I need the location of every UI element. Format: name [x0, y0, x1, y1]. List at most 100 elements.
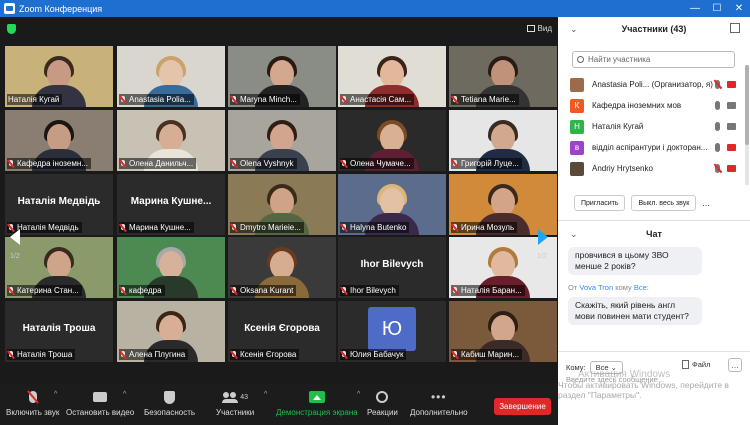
participant-tile[interactable]: Олена Чумаче... — [338, 110, 446, 171]
participant-tile[interactable]: Алена Плугина — [117, 301, 225, 362]
participants-title: Участники (43) — [621, 24, 687, 34]
microphone-icon[interactable] — [715, 143, 720, 152]
participant-tile[interactable]: Ксенія Єгорова Ксенія Єгорова — [228, 301, 336, 362]
title-bar: Zoom Конференция — ☐ ✕ — [0, 0, 750, 17]
more-button[interactable]: ••• Дополнительно — [410, 389, 468, 417]
person-face — [491, 188, 515, 216]
participant-tile[interactable]: Кафедра іноземн... — [5, 110, 113, 171]
participant-tile[interactable]: Олена Данильч... — [117, 110, 225, 171]
participant-name-label: Наталія Троша — [7, 349, 76, 360]
muted-mic-icon — [452, 350, 458, 359]
muted-mic-icon — [452, 286, 458, 295]
participant-tile[interactable]: Oksana Kurant — [228, 237, 336, 298]
participant-tile[interactable]: Наталія Кугай — [5, 46, 113, 107]
camera-icon[interactable] — [727, 102, 736, 109]
participant-tile[interactable]: Кабиш Марин... — [449, 301, 557, 362]
participant-tile[interactable]: Maryna Minch... — [228, 46, 336, 107]
page-indicator-right: 1/2 — [537, 253, 547, 260]
participant-name-display: Наталія Троша — [22, 323, 96, 334]
audio-options-caret[interactable]: ^ — [54, 391, 57, 398]
panel-divider — [558, 220, 750, 221]
participant-name-label: Анастасія Сам... — [340, 94, 415, 105]
participant-list-scrollbar[interactable] — [745, 65, 749, 185]
participant-tile[interactable]: Olena Vyshnyk — [228, 110, 336, 171]
minimize-button[interactable]: — — [684, 0, 706, 17]
view-button[interactable]: Вид — [526, 24, 552, 33]
participant-row[interactable]: Anastasia Poli... (Организатор, я) — [558, 74, 746, 95]
encryption-shield-icon[interactable] — [7, 24, 16, 34]
camera-off-icon[interactable] — [727, 81, 736, 88]
microphone-icon[interactable] — [715, 101, 720, 110]
muted-microphone-icon[interactable] — [715, 80, 720, 89]
person-face — [380, 124, 404, 152]
participant-tile[interactable]: Ю Юлия Бабачук — [338, 301, 446, 362]
unmute-button[interactable]: Включить звук — [6, 389, 59, 417]
participants-more-button[interactable]: ... — [702, 198, 710, 208]
participant-tile[interactable]: Dmytro Marieie... — [228, 174, 336, 235]
muted-mic-icon — [452, 95, 458, 104]
muted-mic-icon — [452, 159, 458, 168]
person-face — [270, 188, 294, 216]
muted-mic-icon — [452, 223, 458, 232]
participant-name-label: Наталія Кугай — [7, 94, 63, 105]
participant-row[interactable]: К Кафедра іноземних мов — [558, 95, 746, 116]
camera-off-icon[interactable] — [727, 165, 736, 172]
file-icon — [682, 360, 689, 369]
video-options-caret[interactable]: ^ — [123, 391, 126, 398]
camera-icon[interactable] — [727, 123, 736, 130]
person-face — [159, 251, 183, 279]
participant-tile[interactable]: Григорій Луце... — [449, 110, 557, 171]
popout-icon[interactable] — [730, 23, 740, 33]
participant-name-label: Наталія Баран... — [451, 285, 525, 296]
participant-name-label: Олена Данильч... — [119, 158, 197, 169]
camera-off-icon[interactable] — [727, 144, 736, 151]
chat-collapse-chevron-icon[interactable]: ⌄ — [570, 229, 578, 240]
participant-avatar: Ю — [368, 307, 416, 351]
participant-list: Anastasia Poli... (Организатор, я) К Кафед… — [558, 74, 746, 179]
camera-icon — [93, 392, 108, 402]
participant-row[interactable]: Н Наталія Кугай — [558, 116, 746, 137]
participant-tile[interactable]: Анастасія Сам... — [338, 46, 446, 107]
collapse-chevron-icon[interactable]: ⌄ — [570, 24, 578, 35]
invite-button[interactable]: Пригласить — [574, 195, 626, 211]
arrow-left-icon — [10, 229, 20, 245]
participant-name: Anastasia Poli... (Организатор, я) — [592, 80, 713, 89]
window-title: Zoom Конференция — [19, 3, 103, 14]
participant-name-label: Dmytro Marieie... — [230, 222, 304, 233]
participant-tile[interactable]: Tetiana Marie... — [449, 46, 557, 107]
mute-all-button[interactable]: Выкл. весь звук — [631, 195, 697, 211]
reactions-icon — [376, 391, 389, 403]
muted-mic-icon — [120, 350, 126, 359]
participant-tile[interactable]: Ihor Bilevych Ihor Bilevych — [338, 237, 446, 298]
muted-microphone-icon[interactable] — [715, 164, 720, 173]
grid-icon — [526, 25, 535, 32]
participants-button[interactable]: 43 Участники — [216, 389, 254, 417]
chat-header: ⌄ Чат — [558, 225, 750, 243]
file-button[interactable]: Файл — [682, 360, 710, 369]
participant-search-input[interactable]: Найти участника — [572, 51, 735, 68]
muted-mic-icon — [341, 223, 347, 232]
participants-options-caret[interactable]: ^ — [264, 391, 267, 398]
participant-tile[interactable]: Марина Кушне... Марина Кушне... — [117, 174, 225, 235]
arrow-right-icon — [538, 229, 548, 245]
side-panel: ⌄ Участники (43) Найти участника Anastas… — [558, 17, 750, 425]
window-controls: — ☐ ✕ — [684, 0, 750, 17]
share-screen-button[interactable]: Демонстрация экрана — [276, 389, 358, 417]
share-options-caret[interactable]: ^ — [357, 391, 360, 398]
participant-row[interactable]: в відділ аспірантури і докторан... — [558, 137, 746, 158]
muted-mic-icon — [8, 159, 14, 168]
microphone-icon[interactable] — [715, 122, 720, 131]
participant-tile[interactable]: Anastasia Polia... — [117, 46, 225, 107]
participant-tile[interactable]: Наталія Троша Наталія Троша — [5, 301, 113, 362]
close-button[interactable]: ✕ — [728, 0, 750, 17]
participant-tile[interactable]: Halyna Butenko — [338, 174, 446, 235]
more-dots-icon: ••• — [430, 390, 447, 404]
maximize-button[interactable]: ☐ — [706, 0, 728, 17]
security-button[interactable]: Безопасность — [144, 389, 195, 417]
end-meeting-button[interactable]: Завершение — [494, 398, 551, 415]
participant-tile[interactable]: кафедра — [117, 237, 225, 298]
participant-row[interactable]: Andriy Hrytsenko — [558, 158, 746, 179]
reactions-button[interactable]: Реакции — [367, 389, 398, 417]
video-gallery: Вид Наталія Кугай Anastasia Polia... Maryn… — [0, 17, 558, 425]
participant-name-label: Halyna Butenko — [340, 222, 410, 233]
